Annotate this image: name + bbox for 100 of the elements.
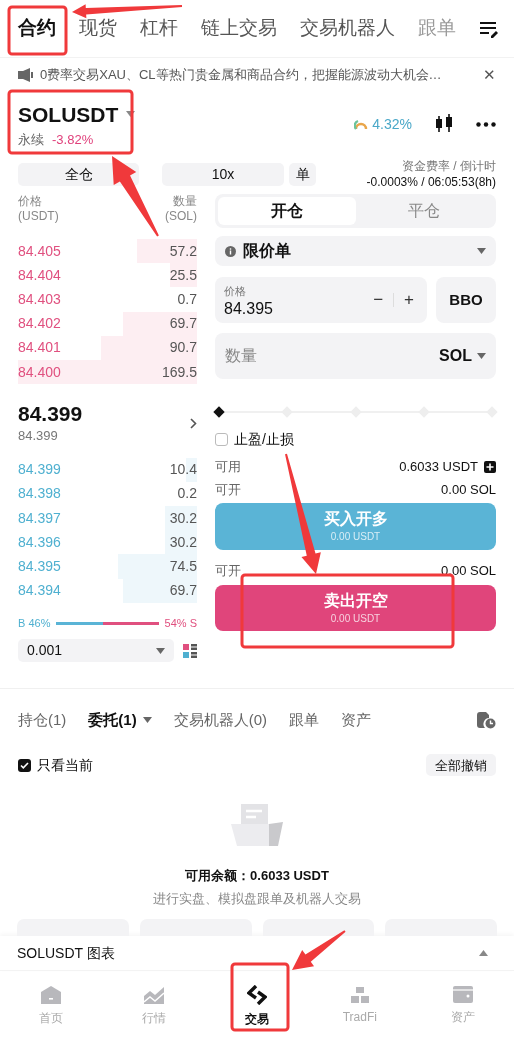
- megaphone-icon: [18, 68, 34, 82]
- caret-up-icon[interactable]: [479, 950, 488, 957]
- book-quantity: 90.7: [169, 338, 197, 358]
- amount-slider[interactable]: [215, 407, 496, 417]
- order-type-select[interactable]: 限价单: [215, 236, 496, 266]
- available-balance: 可用余额：0.6033 USDT: [185, 867, 329, 886]
- market-tab[interactable]: 现货: [79, 14, 117, 43]
- only-current-label[interactable]: 只看当前: [37, 754, 93, 776]
- order-book-row[interactable]: 84.402 69.7: [18, 311, 197, 336]
- price-change: -3.82%: [52, 131, 94, 149]
- edit-list-icon[interactable]: [479, 19, 499, 38]
- highlight-frame: [7, 5, 68, 56]
- max-open-label: 可开: [215, 481, 241, 499]
- chevron-right-icon[interactable]: [190, 418, 197, 430]
- order-book-row[interactable]: 84.405 57.2: [18, 239, 197, 264]
- max-open-value: 0.00 SOL: [441, 481, 496, 499]
- buy-ratio: B 46%: [18, 615, 51, 631]
- order-book-row[interactable]: 84.394 69.7: [18, 578, 197, 603]
- order-book-row[interactable]: 84.395 74.5: [18, 554, 197, 579]
- candlestick-icon[interactable]: [434, 114, 454, 134]
- annotation-arrow: [292, 930, 346, 970]
- precision-select[interactable]: 0.001: [18, 639, 174, 663]
- announcement-text[interactable]: 0费率交易XAU、CL等热门贵金属和商品合约，把握能源波动大机会…: [40, 65, 442, 85]
- quantity-placeholder: 数量: [225, 346, 257, 366]
- wallet-icon: [452, 986, 473, 1004]
- book-quantity: 10.4: [169, 460, 197, 480]
- book-price[interactable]: 84.403: [18, 288, 61, 310]
- only-current-checkbox[interactable]: [18, 758, 31, 772]
- book-quantity: 57.2: [169, 241, 197, 261]
- nav-tab[interactable]: 交易: [205, 984, 309, 1028]
- chart-panel-title[interactable]: SOLUSDT 图表: [17, 942, 115, 964]
- book-quantity: 0.2: [177, 484, 197, 504]
- highlight-frame: [230, 962, 290, 1032]
- caret-icon: [126, 111, 136, 118]
- swap-logo-icon: [247, 984, 267, 1005]
- order-book-row[interactable]: 84.397 30.2: [18, 506, 197, 531]
- book-price[interactable]: 84.402: [18, 313, 61, 335]
- book-price[interactable]: 84.401: [18, 337, 61, 359]
- sell-ratio: 54% S: [164, 615, 197, 631]
- increase-button[interactable]: +: [400, 287, 418, 313]
- market-tab[interactable]: 合约: [18, 14, 56, 43]
- history-icon[interactable]: [477, 711, 496, 729]
- book-quantity: 30.2: [169, 508, 197, 528]
- orders-tab[interactable]: 资产: [341, 709, 372, 732]
- chart-line-icon: [144, 985, 165, 1004]
- price-field[interactable]: 价格 84.395 − +: [215, 277, 427, 323]
- available-value: 0.6033 USDT: [399, 458, 478, 476]
- caret-icon: [142, 717, 152, 724]
- side-tab[interactable]: 开仓: [218, 197, 356, 225]
- caret-icon: [477, 353, 486, 359]
- order-book-row[interactable]: 84.401 90.7: [18, 335, 197, 360]
- book-quantity: 25.5: [169, 265, 197, 285]
- order-book-row[interactable]: 84.398 0.2: [18, 481, 197, 506]
- position-mode-button[interactable]: 单: [289, 162, 316, 186]
- leverage-button[interactable]: 10x: [162, 162, 284, 186]
- layout-grid-icon[interactable]: [183, 643, 197, 658]
- tpsl-checkbox[interactable]: [215, 433, 228, 446]
- quantity-field[interactable]: 数量 SOL: [215, 333, 496, 379]
- order-book-row[interactable]: 84.400 169.5: [18, 359, 197, 385]
- symbol-title[interactable]: SOLUSDT: [18, 98, 119, 130]
- order-book-row[interactable]: 84.399 10.4: [18, 457, 197, 482]
- contract-type: 永续: [18, 131, 44, 149]
- book-price[interactable]: 84.404: [18, 264, 61, 286]
- orders-tab[interactable]: 跟单: [289, 709, 320, 732]
- caret-icon: [477, 248, 486, 254]
- market-tab[interactable]: 交易机器人: [300, 14, 395, 43]
- tpsl-label[interactable]: 止盈/止损: [234, 429, 294, 450]
- book-quantity: 69.7: [169, 314, 197, 334]
- funding-label[interactable]: 资金费率 / 倒计时: [402, 158, 496, 174]
- add-icon[interactable]: [484, 460, 496, 473]
- sell-short-button[interactable]: 卖出开空 0.00 USDT: [215, 585, 496, 631]
- close-button[interactable]: ✕: [483, 63, 496, 87]
- book-quantity: 69.7: [169, 581, 197, 601]
- slider-step: [213, 406, 225, 418]
- home-icon: [41, 985, 62, 1004]
- bbo-button[interactable]: BBO: [436, 277, 496, 323]
- quantity-header: 数量 (SOL): [165, 194, 197, 224]
- empty-description: 进行实盘、模拟盘跟单及机器人交易: [153, 889, 361, 908]
- available-label: 可用: [215, 458, 241, 476]
- order-book-row[interactable]: 84.403 0.7: [18, 287, 197, 312]
- book-price[interactable]: 84.405: [18, 240, 61, 262]
- market-tab[interactable]: 杠杆: [140, 14, 178, 43]
- orders-tab[interactable]: 持仓(1): [18, 709, 67, 732]
- order-book-row[interactable]: 84.396 30.2: [18, 530, 197, 555]
- caret-icon: [156, 647, 165, 654]
- empty-folder-icon: [231, 802, 283, 847]
- last-price: 84.399: [18, 402, 83, 427]
- field-label: 价格: [224, 284, 247, 299]
- orders-tab[interactable]: 委托(1): [88, 709, 152, 732]
- cancel-all-button[interactable]: 全部撤销: [426, 754, 496, 777]
- info-icon: [225, 245, 236, 257]
- decrease-button[interactable]: −: [369, 287, 388, 313]
- orders-tab[interactable]: 交易机器人(0): [173, 709, 268, 732]
- unit-select[interactable]: SOL: [439, 344, 472, 368]
- book-quantity: 30.2: [169, 532, 197, 552]
- price-value: 84.395: [224, 300, 273, 318]
- market-tab[interactable]: 链上交易: [201, 14, 277, 43]
- more-icon[interactable]: [476, 121, 496, 127]
- order-book-row[interactable]: 84.404 25.5: [18, 263, 197, 288]
- book-quantity: 0.7: [177, 289, 197, 309]
